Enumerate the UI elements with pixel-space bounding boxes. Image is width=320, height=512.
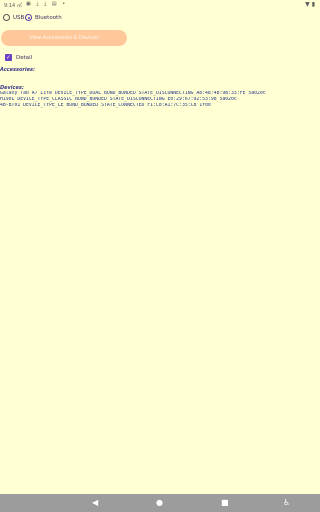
detail-checkbox-row[interactable]: ✓ Detail bbox=[5, 54, 32, 61]
back-icon[interactable]: ◀ bbox=[92, 498, 98, 508]
wifi-battery-icons: ▼ ▮ bbox=[305, 1, 315, 8]
accessibility-icon[interactable]: ♿ bbox=[283, 498, 290, 508]
home-icon[interactable]: ● bbox=[156, 498, 163, 508]
notification-icons: ▣ ⤓ ⤓ ▤ • bbox=[26, 1, 68, 7]
bluetooth-radio-circle[interactable] bbox=[25, 14, 32, 21]
detail-checkbox[interactable]: ✓ bbox=[5, 54, 12, 61]
bluetooth-radio-label: Bluetooth bbox=[35, 14, 62, 21]
view-accessories-devices-button[interactable]: View Accessories & Devices bbox=[1, 30, 127, 46]
usb-radio-option[interactable]: USB bbox=[3, 14, 24, 21]
accessories-section-title: Accessories: bbox=[0, 67, 35, 73]
usb-radio-label: USB bbox=[13, 14, 25, 21]
bluetooth-radio-option[interactable]: Bluetooth bbox=[25, 14, 62, 21]
status-time: 9:14 ㎡ bbox=[4, 3, 22, 9]
device-list: Galaxy Tab A7 Lite DEVICE_TYPE_DUAL BOND… bbox=[0, 91, 320, 109]
navigation-bar: ◀ ● ■ ♿ bbox=[0, 494, 320, 512]
usb-radio-circle[interactable] bbox=[3, 14, 10, 21]
status-bar: 9:14 ㎡ ▣ ⤓ ⤓ ▤ • ▼ ▮ bbox=[0, 0, 320, 10]
detail-checkbox-label: Detail bbox=[16, 54, 33, 61]
device-line: 4B-BT01 DEVICE_TYPE_LE BOND_BONDED STATE… bbox=[0, 103, 211, 108]
recents-icon[interactable]: ■ bbox=[221, 498, 229, 508]
